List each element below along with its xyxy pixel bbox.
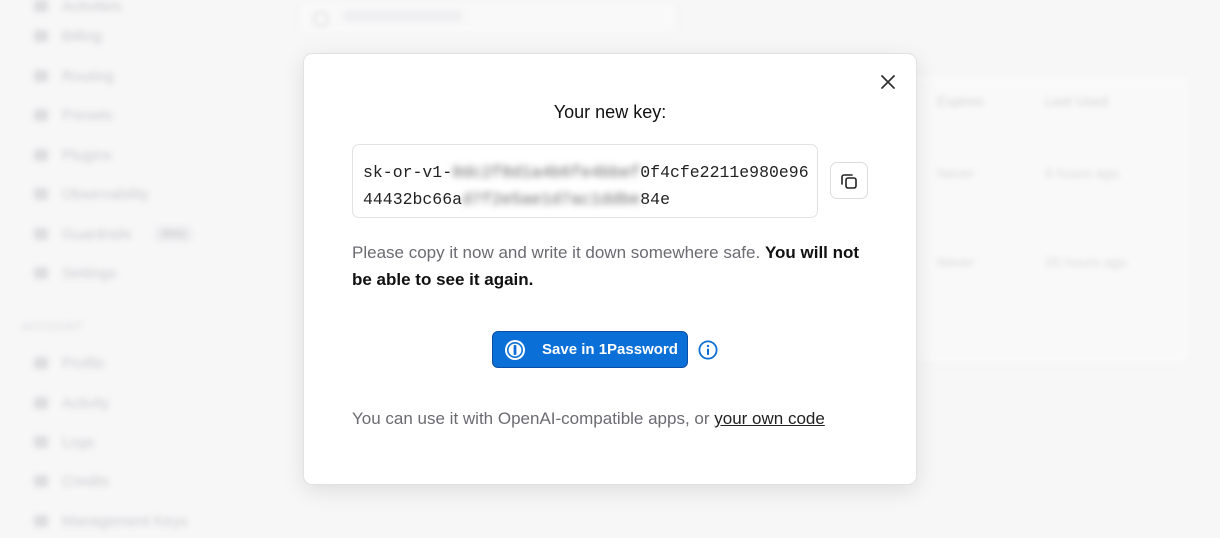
close-button[interactable] <box>878 72 898 92</box>
usage-hint: You can use it with OpenAI-compatible ap… <box>352 409 825 428</box>
1password-icon <box>505 339 525 360</box>
info-icon <box>698 340 718 360</box>
your-own-code-link[interactable]: your own code <box>714 409 825 428</box>
info-button[interactable] <box>698 340 718 360</box>
close-icon <box>881 75 895 89</box>
key-redacted: d7f2e5ae1d7ac1ddbe <box>462 190 641 209</box>
copy-warning-text: Please copy it now and write it down som… <box>352 243 860 289</box>
api-key-display[interactable]: sk-or-v1-0dc2f8d1a4b6fe4bbef0f4cfe2211e9… <box>352 144 818 218</box>
new-key-dialog: Your new key: sk-or-v1-0dc2f8d1a4b6fe4bb… <box>303 53 917 485</box>
dialog-title: Your new key: <box>553 102 667 122</box>
copy-key-button[interactable] <box>830 162 868 199</box>
copy-icon <box>841 173 857 189</box>
save-in-1password-button[interactable]: Save in 1Password <box>492 331 688 368</box>
key-line-1: sk-or-v1-0dc2f8d1a4b6fe4bbef0f4cfe2211e9… <box>363 163 809 182</box>
key-redacted: 0dc2f8d1a4b6fe4bbef <box>452 163 641 182</box>
key-line-2: 44432bc66ad7f2e5ae1d7ac1ddbe84e <box>363 190 670 209</box>
